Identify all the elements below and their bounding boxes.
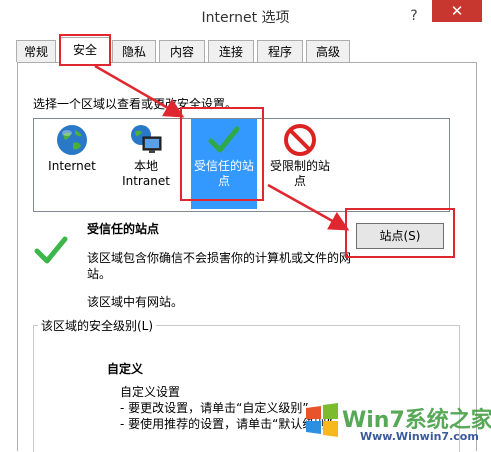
annotation-arrows <box>94 64 350 231</box>
windows-logo-icon <box>306 403 338 437</box>
watermark-url: Www.Winwin7.com <box>360 430 479 443</box>
arrow-tab-to-zone <box>94 64 185 118</box>
arrow-zone-to-sites <box>267 183 350 231</box>
